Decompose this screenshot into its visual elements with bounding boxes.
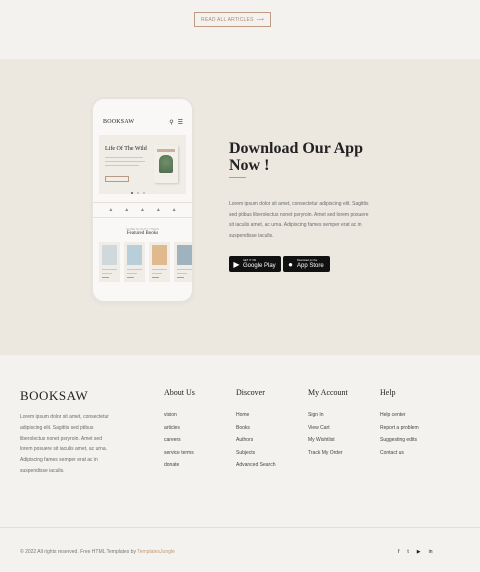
phone-hero-title: Life Of The Wild (105, 146, 147, 152)
footer-link-suggesting-edits[interactable]: Suggesting edits (380, 437, 419, 450)
templatesjungle-link[interactable]: TemplatesJungle (137, 549, 175, 555)
download-app-section: BOOKSAW ⚲ ☰ Life Of The Wild ▲ ▲ ▲ ▲ ▲ S (0, 59, 480, 355)
arrow-right-icon: ⟶ (256, 16, 264, 23)
footer-column-title: About Us (164, 388, 195, 397)
linkedin-icon[interactable]: in (429, 549, 433, 555)
copyright-text: © 2022 All rights reserved. Free HTML Te… (20, 549, 138, 555)
app-store-label: App Store (297, 262, 324, 269)
footer: BOOKSAW Lorem ipsum dolor sit amet, cons… (0, 355, 480, 527)
download-app-title: Download Our App Now ! (229, 140, 363, 174)
phone-category-icons: ▲ ▲ ▲ ▲ ▲ (93, 202, 192, 218)
google-play-button[interactable]: ▶ GET IT ON Google Play (229, 256, 281, 272)
book-icon: ▲ (171, 207, 177, 213)
read-all-label: READ ALL ARTICLES (201, 16, 254, 23)
footer-link-report-problem[interactable]: Report a problem (380, 425, 419, 438)
phone-logo: BOOKSAW (103, 119, 135, 125)
twitter-icon[interactable]: t (407, 549, 408, 555)
download-app-description: Lorem ipsum dolor sit amet, consectetur … (229, 201, 369, 239)
footer-link-books[interactable]: Books (236, 425, 275, 438)
book-icon: ▲ (108, 207, 114, 213)
footer-link-subjects[interactable]: Subjects (236, 450, 275, 463)
footer-link-track-order[interactable]: Track My Order (308, 450, 348, 463)
footer-logo[interactable]: BOOKSAW (20, 388, 88, 404)
carousel-dots (131, 192, 145, 194)
google-play-icon: ▶ (233, 259, 240, 269)
apple-icon: ● (288, 259, 293, 269)
footer-link-wishlist[interactable]: My Wishtlist (308, 437, 348, 450)
phone-book-card (174, 242, 192, 282)
footer-link-articles[interactable]: articles (164, 425, 195, 438)
phone-book-card (124, 242, 145, 282)
book-icon: ▲ (155, 207, 161, 213)
footer-link-view-cart[interactable]: View Cart (308, 425, 348, 438)
footer-column-title: Help (380, 388, 396, 397)
footer-column-discover: Discover Home Books Authors Subjects Adv… (236, 388, 275, 475)
footer-link-service-terms[interactable]: service terms (164, 450, 195, 463)
footer-link-home[interactable]: Home (236, 412, 275, 425)
phone-hero-button (105, 176, 129, 182)
footer-about-text: Lorem ipsum dolor sit amet, consectetur … (20, 414, 109, 474)
footer-link-contact-us[interactable]: Contact us (380, 450, 419, 463)
title-underline (229, 177, 246, 178)
footer-link-help-center[interactable]: Help center (380, 412, 419, 425)
footer-column-help: Help Help center Report a problem Sugges… (380, 388, 419, 462)
footer-link-careers[interactable]: careers (164, 437, 195, 450)
read-all-articles-button[interactable]: READ ALL ARTICLES ⟶ (194, 12, 271, 27)
phone-hero: Life Of The Wild (99, 135, 186, 194)
app-store-button[interactable]: ● Download on the App Store (283, 256, 330, 272)
phone-book-card (149, 242, 170, 282)
google-play-label: Google Play (243, 262, 276, 269)
footer-link-sign-in[interactable]: Sign In (308, 412, 348, 425)
phone-book-card (99, 242, 120, 282)
book-icon: ▲ (124, 207, 130, 213)
search-icon: ⚲ (169, 119, 174, 126)
plant-illustration (159, 155, 173, 173)
social-links: f t ▶ in (398, 549, 433, 555)
footer-column-my-account: My Account Sign In View Cart My Wishtlis… (308, 388, 348, 462)
footer-column-about: About Us vision articles careers service… (164, 388, 195, 475)
book-icon: ▲ (140, 207, 145, 213)
phone-mockup: BOOKSAW ⚲ ☰ Life Of The Wild ▲ ▲ ▲ ▲ ▲ S (93, 99, 192, 301)
menu-icon: ☰ (177, 119, 183, 126)
footer-divider (0, 527, 480, 528)
footer-column-title: My Account (308, 388, 348, 397)
phone-featured-title: Featured Books (126, 231, 159, 236)
youtube-icon[interactable]: ▶ (417, 549, 421, 555)
phone-header: BOOKSAW ⚲ ☰ (103, 118, 183, 126)
footer-link-authors[interactable]: Authors (236, 437, 275, 450)
facebook-icon[interactable]: f (398, 549, 399, 555)
phone-book-cover (154, 145, 178, 183)
footer-link-vision[interactable]: vision (164, 412, 195, 425)
footer-link-advanced-search[interactable]: Advanced Search (236, 462, 275, 475)
copyright: © 2022 All rights reserved. Free HTML Te… (20, 549, 175, 555)
footer-link-donate[interactable]: donate (164, 462, 195, 475)
footer-column-title: Discover (236, 388, 265, 397)
phone-featured-books (99, 242, 192, 282)
top-strip: READ ALL ARTICLES ⟶ (0, 0, 480, 59)
